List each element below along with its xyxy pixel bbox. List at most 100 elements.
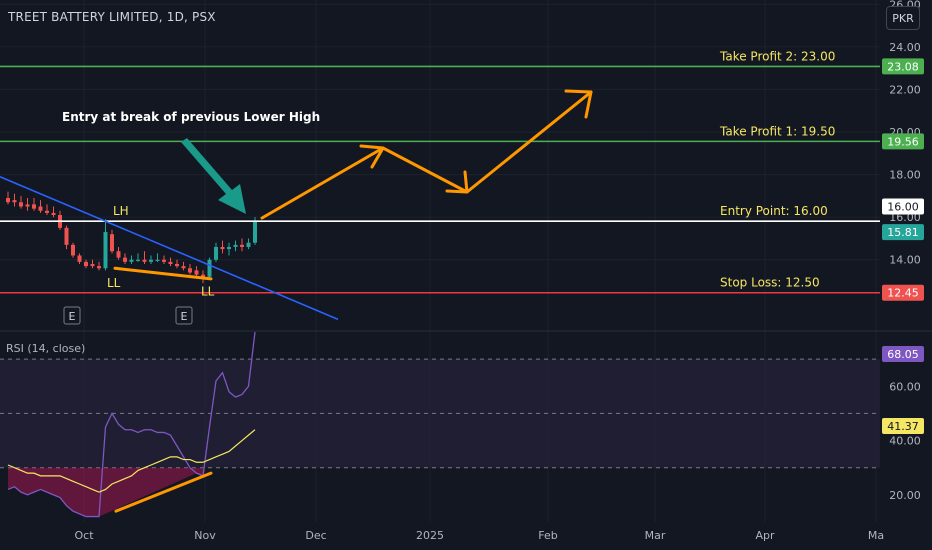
chart-canvas[interactable]: Oct Nov Dec 2025 Feb Mar Apr Ma 14.00 16.00 18.00 2… xyxy=(0,0,932,550)
candle[interactable] xyxy=(155,253,160,262)
candle-body[interactable] xyxy=(116,251,121,258)
rsi-pane[interactable] xyxy=(0,331,880,518)
candle[interactable] xyxy=(214,242,218,262)
candle-body[interactable] xyxy=(97,266,101,269)
rsi-indicator-label[interactable]: RSI (14, close) xyxy=(6,342,85,355)
candle-body[interactable] xyxy=(110,234,114,252)
candle-body[interactable] xyxy=(142,259,147,262)
rsi-ma-value-tag-text: 41.37 xyxy=(887,420,919,433)
candle-body[interactable] xyxy=(175,264,179,267)
candle-body[interactable] xyxy=(168,261,173,264)
candle-body[interactable] xyxy=(6,198,10,203)
candle[interactable] xyxy=(227,242,231,256)
candle-body[interactable] xyxy=(227,246,231,250)
candle-body[interactable] xyxy=(181,266,186,269)
take-profit-2-label: Take Profit 2: 23.00 xyxy=(719,49,835,63)
swing-label-ll: LL xyxy=(201,285,215,299)
x-tick-label: Feb xyxy=(538,529,557,542)
candle[interactable] xyxy=(110,229,114,254)
candle-body[interactable] xyxy=(90,264,95,267)
candle[interactable] xyxy=(51,206,56,218)
candle-body[interactable] xyxy=(45,210,49,213)
entry-pointer-arrow xyxy=(181,138,246,214)
x-tick-label: Oct xyxy=(74,529,94,542)
candle-body[interactable] xyxy=(64,227,69,245)
candle-body[interactable] xyxy=(233,244,238,247)
candle[interactable] xyxy=(129,255,134,264)
candle[interactable] xyxy=(181,261,186,271)
candle[interactable] xyxy=(25,198,30,211)
candle[interactable] xyxy=(32,198,36,211)
rsi-value-tag-text: 68.05 xyxy=(887,348,919,361)
candle[interactable] xyxy=(207,257,212,279)
candle[interactable] xyxy=(162,255,166,264)
swing-label-lh: LH xyxy=(113,204,129,218)
candle[interactable] xyxy=(103,219,108,271)
symbol-title[interactable]: TREET BATTERY LIMITED, 1D, PSX xyxy=(8,10,216,24)
candle[interactable] xyxy=(71,242,75,258)
candle[interactable] xyxy=(64,225,69,250)
candle[interactable] xyxy=(168,257,173,267)
candle-body[interactable] xyxy=(71,244,75,256)
candle[interactable] xyxy=(233,240,238,252)
candle-body[interactable] xyxy=(12,200,17,203)
candle[interactable] xyxy=(116,246,121,260)
candle-body[interactable] xyxy=(155,259,160,261)
candle-body[interactable] xyxy=(103,232,108,269)
rsi-tick-label: 60.00 xyxy=(889,380,921,393)
candle[interactable] xyxy=(6,191,10,205)
candle[interactable] xyxy=(194,266,199,277)
currency-button[interactable]: PKR xyxy=(886,6,920,30)
candle-body[interactable] xyxy=(129,259,134,262)
earnings-marker-text: E xyxy=(69,310,76,323)
stop-loss-label: Stop Loss: 12.50 xyxy=(720,276,820,290)
candle-body[interactable] xyxy=(19,202,23,207)
candle[interactable] xyxy=(90,259,95,269)
last-price-tag-text: 15.81 xyxy=(887,226,919,239)
candle[interactable] xyxy=(45,204,49,216)
x-tick-label: Mar xyxy=(645,529,666,542)
candle[interactable] xyxy=(246,238,251,250)
candle[interactable] xyxy=(149,255,153,264)
price-tick-label: 14.00 xyxy=(889,254,921,267)
candle[interactable] xyxy=(12,193,17,207)
candle-body[interactable] xyxy=(214,246,218,260)
candle[interactable] xyxy=(240,238,244,252)
candle-body[interactable] xyxy=(162,259,166,262)
candle-body[interactable] xyxy=(38,206,43,211)
candle[interactable] xyxy=(77,253,82,264)
price-tick-label: 24.00 xyxy=(889,41,921,54)
candle-body[interactable] xyxy=(220,246,225,250)
descending-trendline[interactable] xyxy=(0,175,339,321)
candle[interactable] xyxy=(188,264,192,275)
candle-body[interactable] xyxy=(246,242,251,247)
candle[interactable] xyxy=(123,253,127,264)
candle-body[interactable] xyxy=(188,268,192,273)
candle[interactable] xyxy=(136,253,140,262)
candle-body[interactable] xyxy=(51,212,56,216)
candle[interactable] xyxy=(38,200,43,213)
candle[interactable] xyxy=(220,240,225,254)
candle-body[interactable] xyxy=(253,221,257,243)
candle-body[interactable] xyxy=(207,259,212,277)
candle-body[interactable] xyxy=(194,270,199,275)
candle-body[interactable] xyxy=(136,259,140,261)
candle[interactable] xyxy=(58,210,62,230)
candle-body[interactable] xyxy=(25,204,30,207)
swing-label-ll: LL xyxy=(107,276,121,290)
candle[interactable] xyxy=(84,259,88,269)
candle-body[interactable] xyxy=(32,204,36,209)
candle[interactable] xyxy=(19,195,23,209)
candle-body[interactable] xyxy=(84,261,88,267)
candle[interactable] xyxy=(97,261,101,271)
candle-body[interactable] xyxy=(77,255,82,262)
candle-body[interactable] xyxy=(123,257,127,262)
candle-body[interactable] xyxy=(240,244,244,247)
earnings-marker-text: E xyxy=(181,310,188,323)
candle[interactable] xyxy=(175,259,179,269)
rsi-tick-label: 40.00 xyxy=(889,435,921,448)
x-tick-label: Nov xyxy=(194,529,216,542)
candle-body[interactable] xyxy=(149,259,153,262)
x-tick-label: Apr xyxy=(755,529,775,542)
candle[interactable] xyxy=(142,251,147,264)
